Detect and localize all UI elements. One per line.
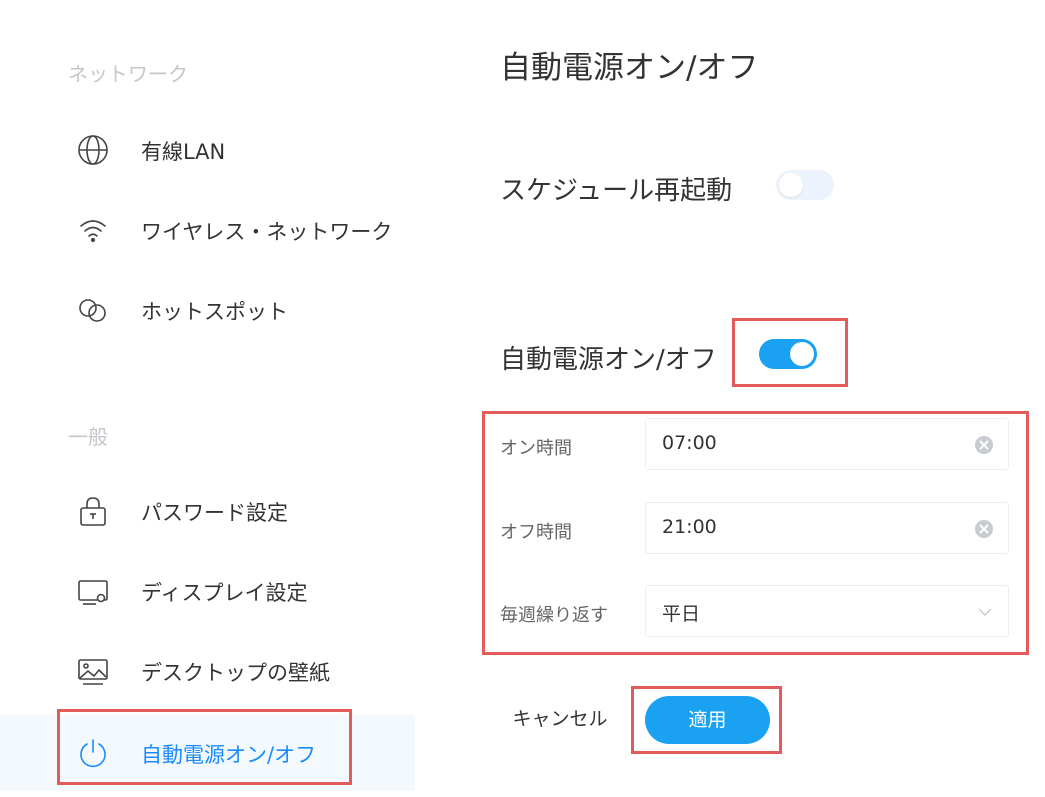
sidebar-item-label: ディスプレイ設定	[141, 581, 308, 605]
sidebar-item-wireless-network[interactable]: ワイヤレス・ネットワーク	[0, 194, 415, 266]
display-settings-icon	[76, 574, 110, 608]
sidebar-item-label: ワイヤレス・ネットワーク	[141, 220, 393, 244]
hotspot-icon	[76, 293, 110, 327]
sidebar-item-label: 有線LAN	[141, 140, 226, 164]
sidebar-item-label: デスクトップの壁紙	[141, 661, 330, 685]
globe-icon	[76, 133, 110, 167]
section-label-network: ネットワーク	[68, 62, 188, 86]
sidebar-item-wired-lan[interactable]: 有線LAN	[0, 114, 415, 186]
auto-power-label: 自動電源オン/オフ	[500, 345, 717, 375]
sidebar: ネットワーク 有線LAN ワイヤレス・ネットワーク ホットスポット 一般 パスワ…	[0, 0, 415, 797]
lock-icon	[76, 494, 110, 528]
toggle-knob	[779, 173, 803, 197]
sidebar-item-display[interactable]: ディスプレイ設定	[0, 555, 415, 627]
sidebar-item-wallpaper[interactable]: デスクトップの壁紙	[0, 635, 415, 707]
cancel-button[interactable]: キャンセル	[500, 700, 620, 738]
sidebar-item-hotspot[interactable]: ホットスポット	[0, 274, 415, 346]
highlight-schedule-fields	[482, 411, 1029, 655]
schedule-restart-toggle[interactable]	[776, 170, 834, 200]
highlight-sidebar-auto-power	[57, 709, 352, 785]
sidebar-item-label: ホットスポット	[141, 300, 288, 324]
wifi-icon	[76, 213, 110, 247]
sidebar-item-password[interactable]: パスワード設定	[0, 475, 415, 547]
section-label-general: 一般	[68, 425, 108, 449]
schedule-restart-label: スケジュール再起動	[500, 176, 733, 206]
highlight-auto-power-toggle	[732, 318, 848, 387]
wallpaper-icon	[76, 654, 110, 688]
highlight-apply-button	[631, 686, 782, 754]
sidebar-item-label: パスワード設定	[141, 501, 288, 525]
page-title: 自動電源オン/オフ	[500, 50, 759, 86]
